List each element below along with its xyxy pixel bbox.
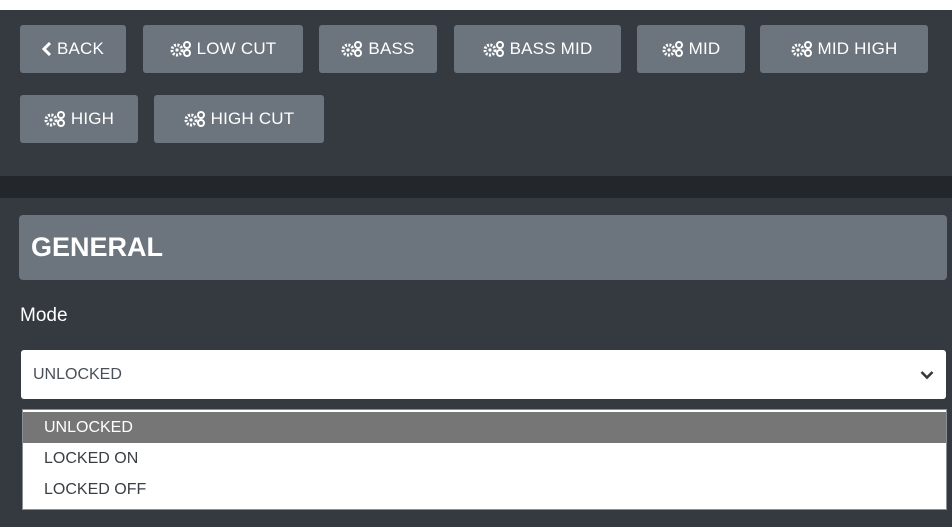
gears-icon (662, 41, 684, 57)
top-strip (0, 0, 952, 10)
section-title: GENERAL (31, 232, 164, 262)
back-button-label: BACK (56, 39, 105, 58)
mid-high-button-label: MID HIGH (817, 39, 898, 58)
mode-option-unlocked[interactable]: UNLOCKED (23, 412, 946, 443)
high-button[interactable]: HIGH (20, 95, 138, 143)
bass-button-label: BASS (368, 39, 415, 58)
chevron-left-icon (41, 42, 52, 56)
bass-mid-button[interactable]: BASS MID (454, 25, 621, 73)
back-button[interactable]: BACK (20, 25, 126, 73)
high-cut-button[interactable]: HIGH CUT (154, 95, 324, 143)
section-header-general: GENERAL (19, 215, 947, 280)
mode-select-value: UNLOCKED (33, 365, 122, 383)
low-cut-button[interactable]: LOW CUT (143, 25, 303, 73)
mid-button[interactable]: MID (637, 25, 745, 73)
high-button-label: HIGH (70, 109, 115, 128)
gears-icon (184, 111, 206, 127)
gears-icon (483, 41, 505, 57)
mid-button-label: MID (688, 39, 721, 58)
mode-dropdown-list: UNLOCKED LOCKED ON LOCKED OFF (22, 409, 947, 510)
mode-option-locked-off[interactable]: LOCKED OFF (23, 474, 946, 505)
chevron-down-icon (920, 367, 934, 385)
gears-icon (170, 41, 192, 57)
gears-icon (44, 111, 66, 127)
bass-button[interactable]: BASS (319, 25, 437, 73)
mode-select[interactable]: UNLOCKED (21, 350, 946, 399)
bass-mid-button-label: BASS MID (509, 39, 593, 58)
divider-band (0, 176, 952, 198)
high-cut-button-label: HIGH CUT (210, 109, 295, 128)
low-cut-button-label: LOW CUT (196, 39, 277, 58)
gears-icon (341, 41, 363, 57)
mid-high-button[interactable]: MID HIGH (760, 25, 928, 73)
mode-label: Mode (20, 305, 68, 326)
gears-icon (791, 41, 813, 57)
mode-option-locked-on[interactable]: LOCKED ON (23, 443, 946, 474)
